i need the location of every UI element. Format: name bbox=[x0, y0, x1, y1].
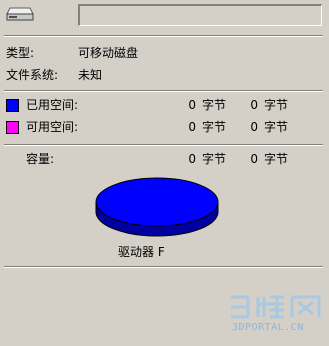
free-space-swatch bbox=[6, 121, 19, 134]
free-space-bytes: 0 bbox=[188, 120, 196, 134]
watermark-text: 3DPORTAL.CN bbox=[232, 322, 304, 333]
capacity-size-unit: 字节 bbox=[264, 152, 289, 166]
type-label: 类型: bbox=[6, 46, 35, 60]
used-space-size-unit: 字节 bbox=[264, 98, 289, 112]
used-space-swatch bbox=[6, 99, 19, 112]
pie-top bbox=[95, 177, 219, 227]
3dportal-logo-icon bbox=[231, 295, 321, 319]
file-system-label: 文件系统: bbox=[6, 68, 59, 82]
used-space-size: 0 bbox=[250, 98, 258, 112]
capacity-label: 容量: bbox=[26, 152, 55, 166]
used-space-label: 已用空间: bbox=[26, 98, 79, 112]
used-space-bytes: 0 bbox=[188, 98, 196, 112]
free-space-bytes-unit: 字节 bbox=[202, 120, 227, 134]
divider bbox=[4, 144, 323, 146]
drive-name-field[interactable] bbox=[78, 4, 322, 26]
free-space-size-unit: 字节 bbox=[264, 120, 289, 134]
divider bbox=[4, 90, 323, 92]
file-system-value: 未知 bbox=[78, 68, 103, 82]
capacity-bytes: 0 bbox=[188, 152, 196, 166]
free-space-label: 可用空间: bbox=[26, 120, 79, 134]
free-space-size: 0 bbox=[250, 120, 258, 134]
capacity-size: 0 bbox=[250, 152, 258, 166]
disk-usage-pie bbox=[95, 177, 219, 237]
type-value: 可移动磁盘 bbox=[78, 46, 139, 60]
divider bbox=[4, 266, 323, 268]
used-space-bytes-unit: 字节 bbox=[202, 98, 227, 112]
removable-drive-icon bbox=[6, 7, 34, 21]
capacity-bytes-unit: 字节 bbox=[202, 152, 227, 166]
drive-label: 驱动器 F bbox=[118, 245, 165, 259]
divider bbox=[4, 35, 323, 37]
